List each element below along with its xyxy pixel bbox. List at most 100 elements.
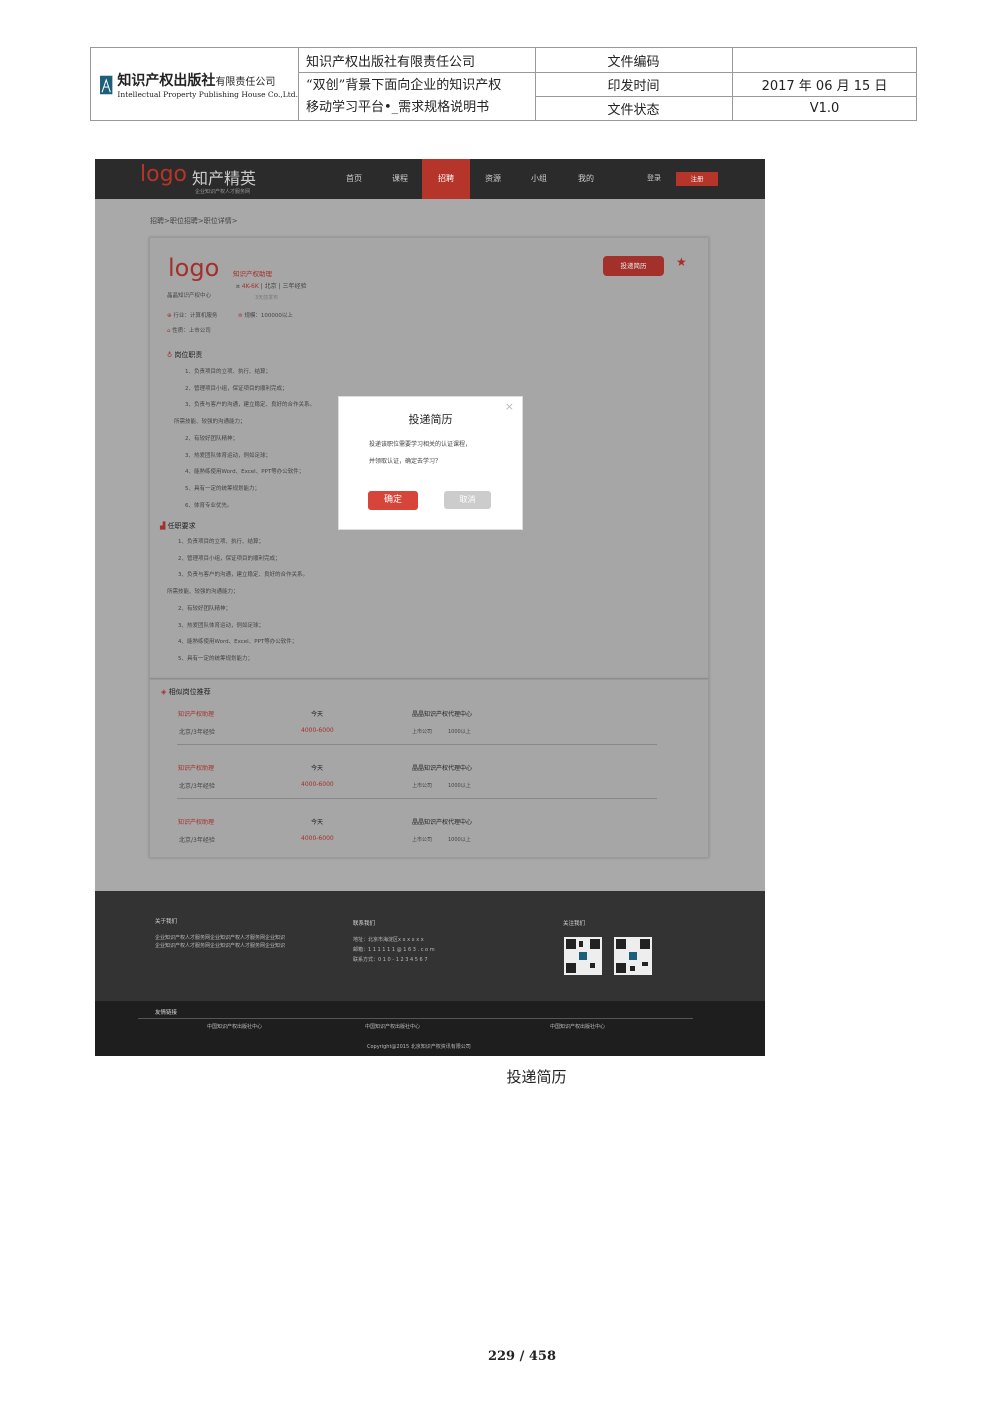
nav-item-jobs[interactable]: 招聘	[438, 173, 454, 184]
nav-item-home[interactable]: 首页	[346, 173, 362, 184]
publisher-logo-cn: 知识产权出版社	[117, 73, 216, 89]
duty-title-text: 岗位职责	[174, 351, 203, 359]
similar-job-company: 晶晶知识产权代理中心	[412, 711, 473, 718]
company-nature: ⌂ 性质：上市公司	[167, 326, 211, 334]
login-link[interactable]: 登录	[647, 173, 661, 183]
similar-job-location: 北京/3年经验	[179, 729, 215, 736]
similar-job-company: 晶晶知识产权代理中心	[412, 819, 473, 826]
list-item: 2、有较好团队精神；	[178, 605, 231, 612]
similar-job-salary: 4000-6000	[301, 727, 334, 734]
scale-text: 规模：100000以上	[244, 313, 293, 319]
similar-job-salary: 4000-6000	[301, 835, 334, 842]
value-doc-status: V1.0	[809, 101, 840, 116]
qr-code-icon	[614, 937, 652, 975]
footer-link[interactable]: 中国知识产权出版社中心	[365, 1023, 420, 1030]
list-item: 所需技能、较强的沟通能力；	[167, 589, 239, 596]
requirement-icon: ▟	[160, 522, 166, 530]
doc-title-line2: 移动学习平台•_需求规格说明书	[306, 99, 490, 115]
nature-text: 性质：上市公司	[172, 328, 211, 334]
salary-icon: ¤	[236, 283, 240, 290]
similar-job-title: 知识产权助理	[178, 711, 215, 718]
similar-job-location: 北京/3年经验	[179, 837, 215, 844]
site-brand: 知产精英	[192, 169, 257, 188]
site-logo[interactable]: logo	[140, 162, 187, 187]
list-item: 2、有较好团队精神；	[185, 435, 238, 442]
company-name-cell: 知识产权出版社有限责任公司	[298, 48, 536, 73]
document-header-table: 知识产权出版社有限责任公司 Intellectual Property Publ…	[90, 47, 917, 121]
footer-link[interactable]: 中国知识产权出版社中心	[550, 1023, 605, 1030]
dialog-message-line2: 并领取认证，确定去学习？	[369, 458, 442, 465]
label-doc-status: 文件状态	[535, 96, 733, 121]
industry-text: 行业：计算机服务	[173, 313, 218, 319]
register-button[interactable]: 注册	[676, 172, 718, 186]
footer-copyright: Copyright@2015 北京知识产权资讯有限公司	[367, 1044, 471, 1050]
apply-resume-button[interactable]: 投递简历	[603, 256, 664, 276]
duty-section-title: ♁ 岗位职责	[167, 350, 202, 360]
job-salary: 4K-6K	[241, 283, 259, 290]
requirement-section-title: ▟ 任职要求	[160, 521, 196, 531]
industry-icon: ⊕	[167, 313, 172, 319]
list-item: 5、具有一定的统筹规划能力；	[178, 655, 254, 662]
similar-job-date: 今天	[311, 711, 324, 718]
dialog-confirm-button[interactable]: 确定	[368, 491, 418, 510]
list-item: 4、能熟练使用Word、Excel、PPT等办公软件；	[185, 469, 305, 476]
publisher-logo-icon	[100, 75, 113, 94]
row-divider	[177, 744, 657, 745]
job-city: 北京	[264, 283, 277, 290]
value-issue-date: 2017 年 06 月 15 日	[732, 72, 917, 97]
job-posted: 3天前发布	[255, 295, 279, 301]
figure-caption: 投递简历	[506, 1068, 567, 1086]
similar-jobs-title-text: 相似岗位推荐	[168, 688, 211, 696]
list-item: 3、热爱团队体育运动，例如足球；	[185, 452, 272, 459]
label-issue-date: 印发时间	[535, 72, 733, 97]
scale-icon: ⊜	[238, 313, 243, 319]
nature-icon: ⌂	[167, 328, 171, 334]
row-divider	[177, 798, 657, 799]
job-experience: 三年经验	[282, 283, 307, 290]
similar-job-type: 上市公司	[412, 783, 433, 789]
company-industry: ⊕ 行业：计算机服务	[167, 311, 217, 319]
similar-job-scale: 1000以上	[448, 837, 471, 843]
footer-link[interactable]: 中国知识产权出版社中心	[207, 1023, 262, 1030]
footer-email: 邮箱：1 1 1 1 1 1 @ 1 6 3 . c o m	[353, 947, 435, 953]
similar-jobs-card: ◈ 相似岗位推荐 知识产权助理 北京/3年经验 今天 4000-6000 晶晶知识产权代…	[149, 679, 709, 858]
company-name: 晶晶知识产权中心	[167, 293, 212, 299]
breadcrumb[interactable]: 招聘>职位招聘>职位详情>	[150, 216, 238, 226]
dialog-cancel-button[interactable]: 取消	[444, 491, 491, 509]
footer-about-title: 关于我们	[155, 919, 178, 925]
list-item: 2、管理项目小组，保证项目的顺利完成；	[185, 385, 288, 392]
nav-item-mine[interactable]: 我的	[578, 173, 594, 184]
footer-phone: 联系方式：0 1 0 - 1 2 3 4 5 6 7	[353, 957, 428, 963]
nav-item-resources[interactable]: 资源	[485, 173, 501, 184]
job-meta: ¤ 4K-6K | 北京 | 三年经验	[236, 283, 307, 290]
similar-job-scale: 1000以上	[448, 729, 471, 735]
dialog-message-line1: 投递该职位需要学习相关的认证课程，	[369, 441, 472, 448]
footer-address: 地址：北京市海淀区x x x x x x	[353, 937, 424, 943]
similar-job-type: 上市公司	[412, 729, 433, 735]
company-logo: logo	[168, 254, 220, 282]
similar-job-date: 今天	[311, 819, 324, 826]
list-item: 5、具有一定的统筹规划能力；	[185, 485, 261, 492]
nav-item-courses[interactable]: 课程	[392, 173, 408, 184]
favorite-star-icon[interactable]: ★	[676, 255, 687, 269]
page-number: 229 / 458	[487, 1349, 557, 1364]
list-item: 4、能熟练使用Word、Excel、PPT等办公软件；	[178, 639, 298, 646]
similar-job-title: 知识产权助理	[178, 819, 215, 826]
footer-follow-title: 关注我们	[563, 921, 586, 927]
job-title: 知识产权助理	[233, 270, 272, 278]
similar-job-scale: 1000以上	[448, 783, 471, 789]
footer-links-title: 友情链接	[155, 1010, 178, 1016]
apply-resume-dialog: × 投递简历 投递该职位需要学习相关的认证课程， 并领取认证，确定去学习？ 确定…	[338, 396, 523, 530]
list-item: 3、热爱团队体育运动，例如足球；	[178, 622, 265, 629]
site-brand-sub: 企业知识产权人才服务网	[195, 189, 251, 195]
publisher-logo-cn-suffix: 有限责任公司	[215, 77, 276, 88]
list-item: 1、负责项目的立项、执行、结算；	[178, 539, 265, 545]
nav-item-groups[interactable]: 小组	[531, 173, 547, 184]
footer-divider	[138, 1018, 693, 1019]
site-topbar: logo 知产精英 企业知识产权人才服务网 首页 课程 招聘 资源 小组 我的 …	[95, 159, 765, 199]
requirement-title-text: 任职要求	[167, 522, 196, 530]
site-footer-links: 友情链接 中国知识产权出版社中心 中国知识产权出版社中心 中国知识产权出版社中心…	[95, 1001, 765, 1056]
similar-job-location: 北京/3年经验	[179, 783, 215, 790]
publisher-logo-cell: 知识产权出版社有限责任公司 Intellectual Property Publ…	[91, 48, 299, 121]
list-item: 1、负责项目的立项、执行、结算；	[185, 369, 272, 375]
